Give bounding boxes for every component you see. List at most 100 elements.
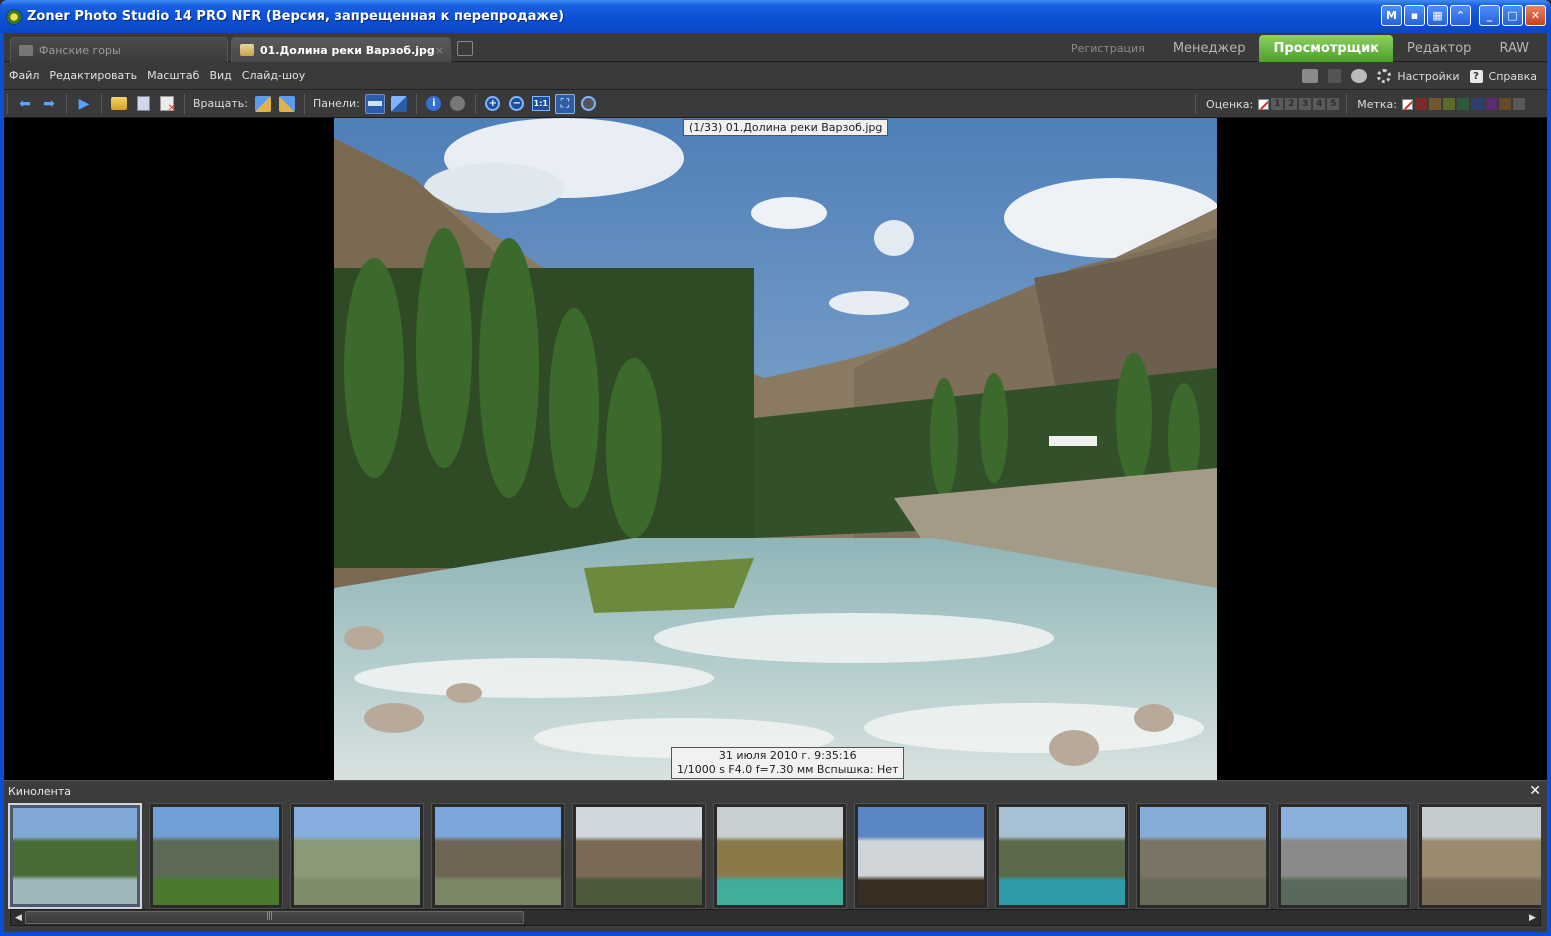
toolbar-separator bbox=[415, 93, 417, 114]
tab-registration[interactable]: Регистрация bbox=[1057, 35, 1159, 62]
filmstrip-close-icon[interactable]: ✕ bbox=[1529, 783, 1541, 799]
filmstrip-thumbnail[interactable] bbox=[431, 803, 565, 909]
color-label-8[interactable] bbox=[1513, 98, 1525, 110]
thumbnail-image bbox=[1281, 807, 1407, 905]
image-menu-icon[interactable] bbox=[1302, 69, 1319, 83]
color-label-1[interactable] bbox=[1415, 98, 1427, 110]
window-title: Zoner Photo Studio 14 PRO NFR (Версия, з… bbox=[27, 9, 565, 24]
rating-4[interactable]: 4 bbox=[1313, 98, 1326, 110]
new-tab-icon[interactable] bbox=[457, 41, 473, 56]
filmstrip-thumbnail[interactable] bbox=[8, 803, 142, 909]
tab-raw[interactable]: RAW bbox=[1485, 35, 1543, 62]
scroll-left-icon[interactable]: ◀ bbox=[11, 910, 26, 925]
maximize-button[interactable]: □ bbox=[1502, 5, 1523, 26]
color-label-3[interactable] bbox=[1443, 98, 1455, 110]
extra-button-4[interactable]: ⌃ bbox=[1450, 5, 1471, 26]
minimize-button[interactable]: _ bbox=[1479, 5, 1500, 26]
filmstrip-scrollbar[interactable]: ◀ ▶ bbox=[10, 909, 1541, 926]
zoom-in-icon[interactable]: + bbox=[483, 94, 503, 114]
rating-1[interactable]: 1 bbox=[1271, 98, 1284, 110]
filmstrip-thumbnail[interactable] bbox=[854, 803, 988, 909]
panels-label: Панели: bbox=[312, 97, 360, 110]
settings-label: Настройки bbox=[1397, 69, 1460, 83]
zoom-actual-size-icon[interactable]: 1:1 bbox=[531, 94, 551, 114]
thumbnail-strip bbox=[8, 803, 1541, 909]
extra-button-2[interactable]: ▪ bbox=[1404, 5, 1425, 26]
tab-close-icon[interactable]: × bbox=[435, 44, 444, 57]
main-photo[interactable] bbox=[334, 118, 1217, 780]
forward-arrow-icon[interactable]: ➡ bbox=[39, 94, 59, 114]
thumbnail-image bbox=[999, 807, 1125, 905]
scroll-right-icon[interactable]: ▶ bbox=[1525, 910, 1540, 925]
color-label-5[interactable] bbox=[1471, 98, 1483, 110]
rotate-left-icon[interactable] bbox=[253, 94, 273, 114]
tab-row: Фанские горы 01.Долина реки Варзоб.jpg ×… bbox=[4, 33, 1547, 62]
label-label: Метка: bbox=[1357, 97, 1397, 111]
info-icon[interactable]: i bbox=[424, 94, 444, 114]
secondary-monitor-icon[interactable] bbox=[1328, 69, 1342, 83]
filmstrip-thumbnail[interactable] bbox=[1277, 803, 1411, 909]
filmstrip-thumbnail[interactable] bbox=[1136, 803, 1270, 909]
open-folder-icon[interactable] bbox=[109, 94, 129, 114]
filmstrip-thumbnail[interactable] bbox=[290, 803, 424, 909]
color-label-6[interactable] bbox=[1485, 98, 1497, 110]
image-caption-top: (1/33) 01.Долина реки Варзоб.jpg bbox=[683, 119, 889, 136]
filmstrip-title: Кинолента bbox=[8, 784, 72, 798]
color-label-2[interactable] bbox=[1429, 98, 1441, 110]
rating-5[interactable]: 5 bbox=[1327, 98, 1340, 110]
zoom-out-icon[interactable]: − bbox=[507, 94, 527, 114]
rotate-right-icon[interactable] bbox=[277, 94, 297, 114]
user-icon[interactable] bbox=[1351, 69, 1368, 83]
rating-2[interactable]: 2 bbox=[1285, 98, 1298, 110]
filmstrip-thumbnail[interactable] bbox=[572, 803, 706, 909]
filmstrip-thumbnail[interactable] bbox=[713, 803, 847, 909]
back-arrow-icon[interactable]: ⬅ bbox=[15, 94, 35, 114]
navigator-panel-icon[interactable] bbox=[389, 94, 409, 114]
delete-icon[interactable] bbox=[157, 94, 177, 114]
tab-manager[interactable]: Менеджер bbox=[1159, 35, 1260, 62]
color-label-4[interactable] bbox=[1457, 98, 1469, 110]
tab-folder[interactable]: Фанские горы bbox=[10, 37, 228, 62]
rating-3[interactable]: 3 bbox=[1299, 98, 1312, 110]
filmstrip-thumbnail[interactable] bbox=[995, 803, 1129, 909]
extra-button-1[interactable]: M bbox=[1381, 5, 1402, 26]
menu-slideshow[interactable]: Слайд-шоу bbox=[237, 69, 310, 82]
copy-icon[interactable] bbox=[133, 94, 153, 114]
hand-tool-icon[interactable] bbox=[448, 94, 468, 114]
filmstrip-thumbnail[interactable] bbox=[149, 803, 283, 909]
folder-icon bbox=[19, 44, 33, 56]
extra-button-3[interactable]: ▦ bbox=[1427, 5, 1448, 26]
filmstrip-panel-icon[interactable] bbox=[364, 93, 385, 114]
play-icon[interactable]: ▶ bbox=[74, 94, 94, 114]
image-viewer[interactable]: (1/33) 01.Долина реки Варзоб.jpg 31 июля… bbox=[4, 118, 1547, 780]
label-clear-icon[interactable] bbox=[1402, 98, 1413, 110]
toolbar-right-group: Оценка: 1 2 3 4 5 Метка: bbox=[1190, 90, 1539, 118]
menu-file[interactable]: Файл bbox=[4, 69, 44, 82]
filmstrip-header: Кинолента ✕ bbox=[4, 781, 1547, 801]
tab-file[interactable]: 01.Долина реки Варзоб.jpg × bbox=[231, 37, 451, 62]
help-button[interactable]: ? Справка bbox=[1469, 69, 1537, 83]
thumbnail-image bbox=[576, 807, 702, 905]
app-icon[interactable] bbox=[6, 8, 22, 25]
exif-caption: 31 июля 2010 г. 9:35:16 1/1000 s F4.0 f=… bbox=[671, 747, 905, 779]
menu-edit[interactable]: Редактировать bbox=[44, 69, 142, 82]
filmstrip-thumbnail[interactable] bbox=[1418, 803, 1541, 909]
toolbar-separator bbox=[1195, 94, 1197, 114]
thumbnail-image bbox=[1140, 807, 1266, 905]
toolbar-separator bbox=[184, 93, 185, 114]
scrollbar-thumb[interactable] bbox=[25, 911, 524, 924]
menu-view[interactable]: Вид bbox=[204, 69, 236, 82]
color-label-7[interactable] bbox=[1499, 98, 1511, 110]
zoom-search-icon[interactable] bbox=[579, 94, 599, 114]
fit-to-window-icon[interactable]: ⛶ bbox=[554, 93, 575, 114]
toolbar-separator bbox=[1346, 94, 1348, 114]
help-icon: ? bbox=[1469, 69, 1483, 83]
close-button[interactable]: ✕ bbox=[1525, 5, 1546, 26]
rating-clear-icon[interactable] bbox=[1258, 98, 1270, 110]
menu-zoom[interactable]: Масштаб bbox=[142, 69, 204, 82]
tab-editor[interactable]: Редактор bbox=[1393, 35, 1485, 62]
tab-viewer[interactable]: Просмотрщик bbox=[1259, 35, 1394, 62]
settings-button[interactable]: Настройки bbox=[1377, 69, 1460, 83]
color-label-9[interactable] bbox=[1527, 98, 1539, 110]
rotate-label: Вращать: bbox=[193, 97, 248, 110]
